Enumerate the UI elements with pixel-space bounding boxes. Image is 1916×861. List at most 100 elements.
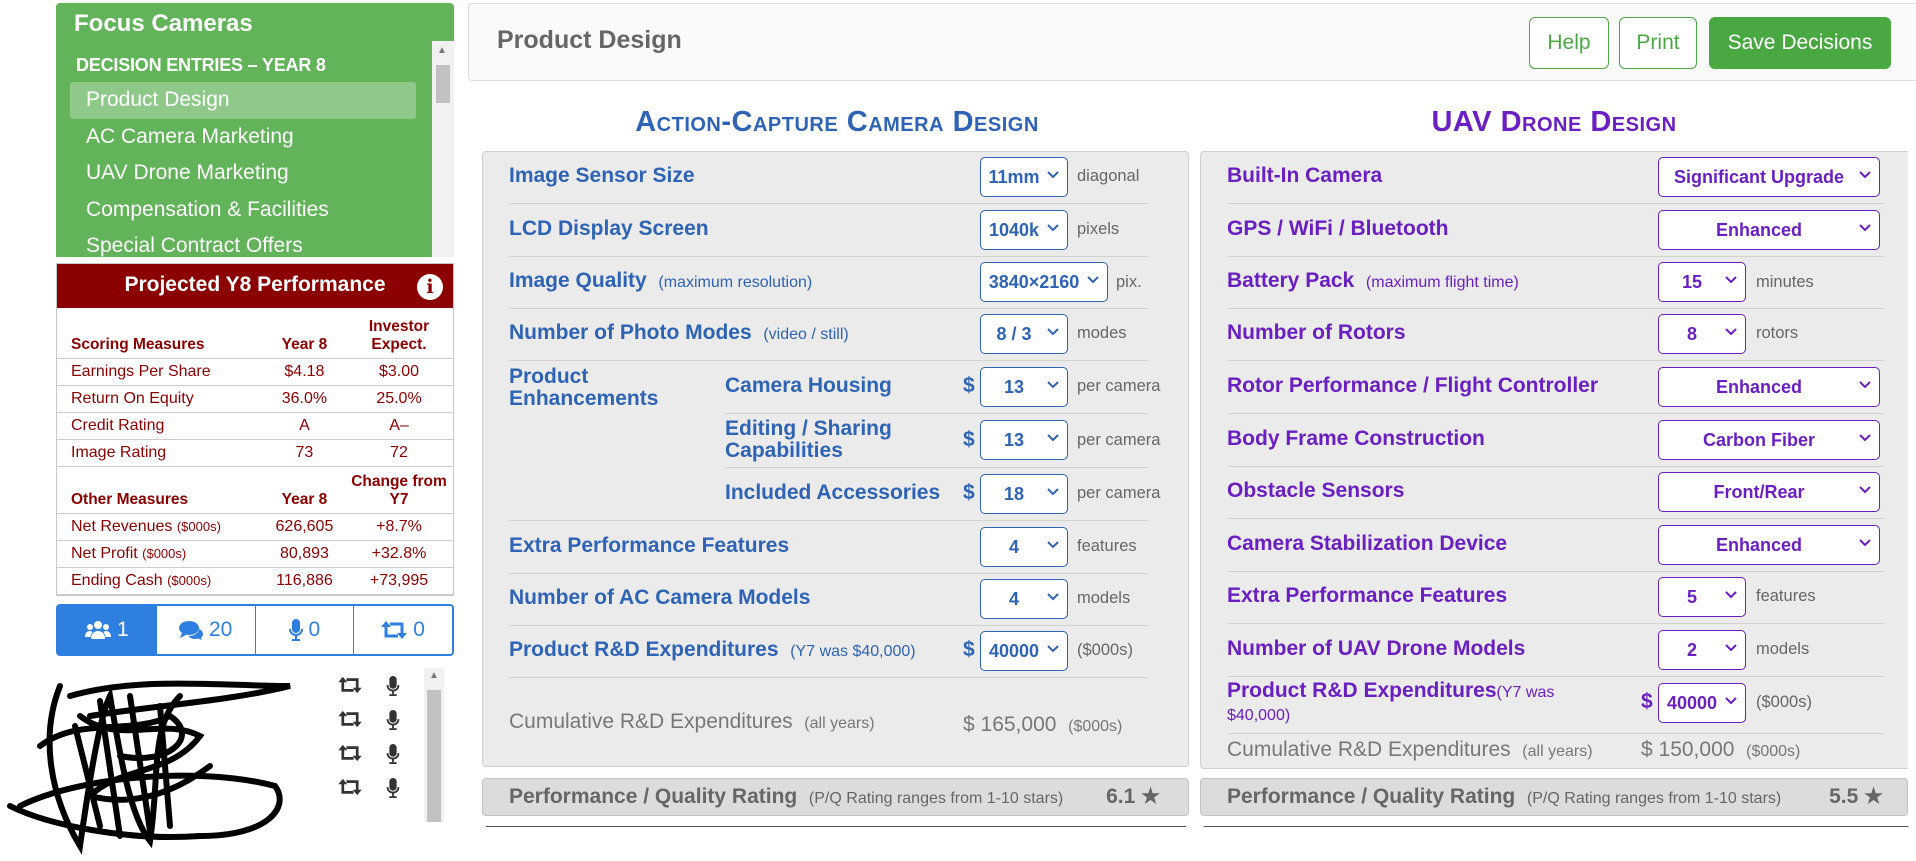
ac-rd-select[interactable]: 40000 bbox=[980, 631, 1068, 671]
uav-rd-sub-2: $40,000) bbox=[1227, 707, 1291, 724]
list-item bbox=[338, 743, 400, 764]
divider bbox=[509, 256, 1149, 257]
uav-obstacle-label: Obstacle Sensors bbox=[1227, 479, 1405, 502]
ac-editing-dollar: $ bbox=[963, 428, 975, 451]
chevron-down-icon bbox=[1859, 434, 1871, 442]
chevron-down-icon bbox=[1047, 488, 1059, 496]
row-expect-value: 25.0% bbox=[345, 385, 453, 413]
ac-sensor-value: 11mm bbox=[988, 166, 1040, 187]
tab-users[interactable]: 1 bbox=[58, 605, 156, 654]
uav-cum-value: $ 150,000 ($000s) bbox=[1641, 738, 1800, 762]
ac-features-select[interactable]: 4 bbox=[980, 527, 1068, 567]
nav-item-uav-drone-marketing[interactable]: UAV Drone Marketing bbox=[70, 155, 416, 192]
ac-editing-unit: per camera bbox=[1077, 431, 1161, 449]
ac-models-select[interactable]: 4 bbox=[980, 579, 1068, 619]
nav-scrollbar[interactable]: ▲ bbox=[432, 41, 454, 257]
chevron-down-icon bbox=[1047, 645, 1059, 653]
ac-housing-select[interactable]: 13 bbox=[980, 367, 1068, 407]
uav-features-select[interactable]: 5 bbox=[1658, 577, 1746, 617]
table-row: Net Profit ($000s) 80,893 +32.8% bbox=[57, 540, 453, 568]
scroll-thumb[interactable] bbox=[436, 65, 450, 103]
uav-rotors-select[interactable]: 8 bbox=[1658, 314, 1746, 354]
divider bbox=[509, 625, 1149, 626]
uav-rd-value: 40000 bbox=[1666, 692, 1718, 713]
uav-camera-select[interactable]: Significant Upgrade bbox=[1658, 157, 1880, 197]
ac-housing-value: 13 bbox=[1003, 376, 1025, 397]
ac-rd-dollar: $ bbox=[963, 638, 975, 661]
retweet-icon[interactable] bbox=[338, 744, 362, 762]
uav-frame-select[interactable]: Carbon Fiber bbox=[1658, 420, 1880, 460]
uav-obstacle-select[interactable]: Front/Rear bbox=[1658, 472, 1880, 512]
ac-rd-label: Product R&D Expenditures (Y7 was $40,000… bbox=[509, 638, 916, 662]
help-button[interactable]: Help bbox=[1529, 17, 1609, 69]
uav-rd-sub: (Y7 was bbox=[1496, 684, 1555, 701]
list-item bbox=[338, 675, 400, 696]
divider bbox=[1227, 360, 1885, 361]
chevron-down-icon bbox=[1047, 328, 1059, 336]
retweet-icon[interactable] bbox=[338, 710, 362, 728]
microphone-icon[interactable] bbox=[386, 709, 400, 730]
uav-stab-value: Enhanced bbox=[1715, 534, 1803, 555]
ac-quality-select[interactable]: 3840×2160 bbox=[980, 262, 1108, 302]
scroll-thumb[interactable] bbox=[427, 689, 441, 822]
ac-enhancements-label: Product Enhancements bbox=[509, 365, 659, 410]
ac-sensor-select[interactable]: 11mm bbox=[980, 157, 1068, 197]
uav-rd-select[interactable]: 40000 bbox=[1658, 683, 1746, 723]
uav-gps-select[interactable]: Enhanced bbox=[1658, 210, 1880, 250]
uav-camera-value: Significant Upgrade bbox=[1673, 166, 1844, 187]
ac-models-unit: models bbox=[1077, 589, 1131, 607]
uav-battery-value: 15 bbox=[1681, 271, 1703, 292]
uav-stab-select[interactable]: Enhanced bbox=[1658, 525, 1880, 565]
ac-rd-sub: (Y7 was $40,000) bbox=[790, 643, 916, 660]
nav-item-ac-camera-marketing[interactable]: AC Camera Marketing bbox=[70, 119, 416, 156]
divider bbox=[725, 467, 1149, 468]
users-icon bbox=[85, 620, 112, 639]
ac-housing-unit: per camera bbox=[1077, 377, 1161, 395]
ac-cum-value: $ 165,000 ($000s) bbox=[963, 713, 1122, 737]
print-button[interactable]: Print bbox=[1619, 17, 1697, 69]
uav-pq-value-wrap: 5.5 ★ bbox=[1829, 779, 1883, 815]
chevron-down-icon bbox=[1859, 539, 1871, 547]
uav-rd-dollar: $ bbox=[1641, 690, 1653, 713]
ac-editing-select[interactable]: 13 bbox=[980, 420, 1068, 460]
ac-cum-label-text: Cumulative R&D Expenditures bbox=[509, 710, 793, 733]
nav-item-special-contract-offers[interactable]: Special Contract Offers bbox=[70, 228, 416, 257]
row-year-value: 626,605 bbox=[263, 513, 345, 541]
chevron-down-icon bbox=[1087, 276, 1099, 284]
activity-scrollbar[interactable]: ▲ bbox=[424, 667, 444, 822]
performance-header: Projected Y8 Performance i bbox=[57, 264, 453, 308]
ac-features-unit: features bbox=[1077, 537, 1137, 555]
ac-lcd-select[interactable]: 1040k bbox=[980, 210, 1068, 250]
row-expect-value: A– bbox=[345, 412, 453, 440]
ac-accessories-select[interactable]: 18 bbox=[980, 474, 1068, 514]
list-item bbox=[338, 777, 400, 798]
tab-comments[interactable]: 20 bbox=[155, 605, 255, 654]
microphone-icon[interactable] bbox=[386, 743, 400, 764]
chevron-down-icon bbox=[1859, 381, 1871, 389]
uav-features-value: 5 bbox=[1686, 586, 1697, 607]
divider bbox=[486, 826, 1186, 827]
uav-models-select[interactable]: 2 bbox=[1658, 630, 1746, 670]
microphone-icon[interactable] bbox=[386, 777, 400, 798]
ac-modes-select[interactable]: 8 / 3 bbox=[980, 314, 1068, 354]
nav-item-product-design[interactable]: Product Design bbox=[70, 82, 416, 119]
scroll-up-arrow-icon[interactable]: ▲ bbox=[437, 45, 447, 56]
redaction-scribble bbox=[7, 680, 291, 855]
uav-rotor-perf-label: Rotor Performance / Flight Controller bbox=[1227, 374, 1599, 397]
microphone-icon[interactable] bbox=[386, 675, 400, 696]
nav-item-compensation-facilities[interactable]: Compensation & Facilities bbox=[70, 192, 416, 229]
info-icon[interactable]: i bbox=[417, 274, 443, 300]
row-label-text: Ending Cash bbox=[71, 571, 163, 589]
retweet-icon[interactable] bbox=[338, 676, 362, 694]
activity-tabs: 1 20 0 0 bbox=[56, 603, 454, 656]
uav-battery-select[interactable]: 15 bbox=[1658, 262, 1746, 302]
divider bbox=[1227, 256, 1885, 257]
tab-audio[interactable]: 0 bbox=[254, 605, 354, 654]
retweet-icon[interactable] bbox=[338, 778, 362, 796]
uav-pq-sub: (P/Q Rating ranges from 1-10 stars) bbox=[1526, 790, 1782, 807]
tab-shares[interactable]: 0 bbox=[353, 605, 452, 654]
uav-rotor-perf-select[interactable]: Enhanced bbox=[1658, 367, 1880, 407]
scroll-up-arrow-icon[interactable]: ▲ bbox=[429, 670, 439, 681]
row-label: Image Rating bbox=[57, 439, 264, 467]
save-decisions-button[interactable]: Save Decisions bbox=[1709, 17, 1891, 69]
